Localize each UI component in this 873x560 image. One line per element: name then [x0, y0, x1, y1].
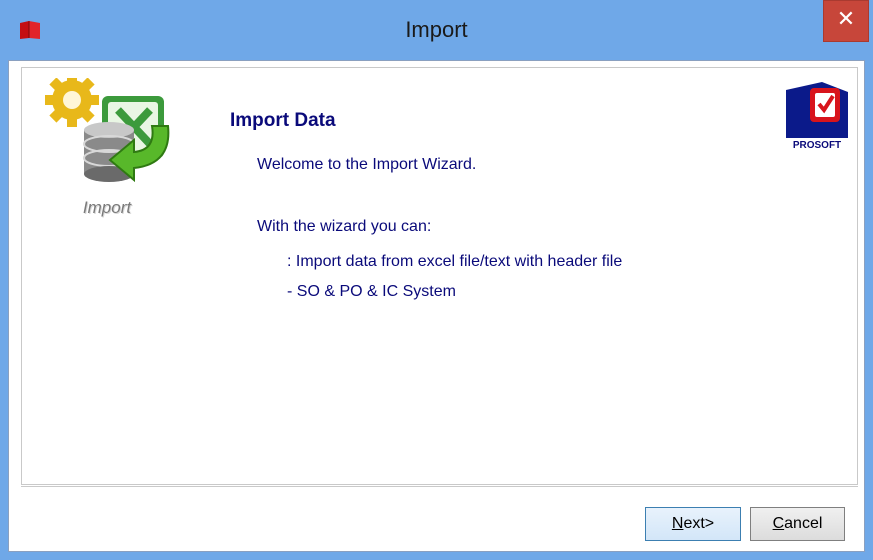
- cancel-button[interactable]: Cancel: [750, 507, 845, 541]
- client-area: Import Import Data Welcome to the Import…: [8, 60, 865, 552]
- prosoft-brand-text: PROSOFT: [792, 140, 842, 151]
- with-wizard-text: With the wizard you can:: [257, 218, 432, 235]
- window-title: Import: [405, 17, 468, 42]
- next-button[interactable]: Next>: [645, 507, 741, 541]
- import-graphic-label: Import: [82, 198, 132, 217]
- prosoft-logo-icon: [786, 82, 848, 138]
- close-button[interactable]: ✕: [823, 0, 869, 42]
- next-button-label: ext>: [683, 515, 715, 532]
- footer-divider: [21, 486, 858, 487]
- feature-item-systems: - SO & PO & IC System: [287, 283, 456, 300]
- wizard-panel: Import Import Data Welcome to the Import…: [21, 67, 858, 485]
- close-icon: ✕: [836, 7, 856, 32]
- cancel-button-accel: C: [772, 515, 785, 532]
- welcome-text: Welcome to the Import Wizard.: [257, 156, 477, 173]
- gear-database-excel-arrow-icon: [45, 78, 170, 183]
- title-bar[interactable]: Import ✕: [0, 0, 873, 60]
- cancel-button-label: ancel: [784, 515, 823, 532]
- next-button-accel: N: [671, 515, 684, 532]
- import-window: Import ✕ Import Import Data Welcome to t…: [0, 0, 873, 560]
- page-title: Import Data: [230, 110, 336, 131]
- feature-item-import: : Import data from excel file/text with …: [287, 253, 623, 270]
